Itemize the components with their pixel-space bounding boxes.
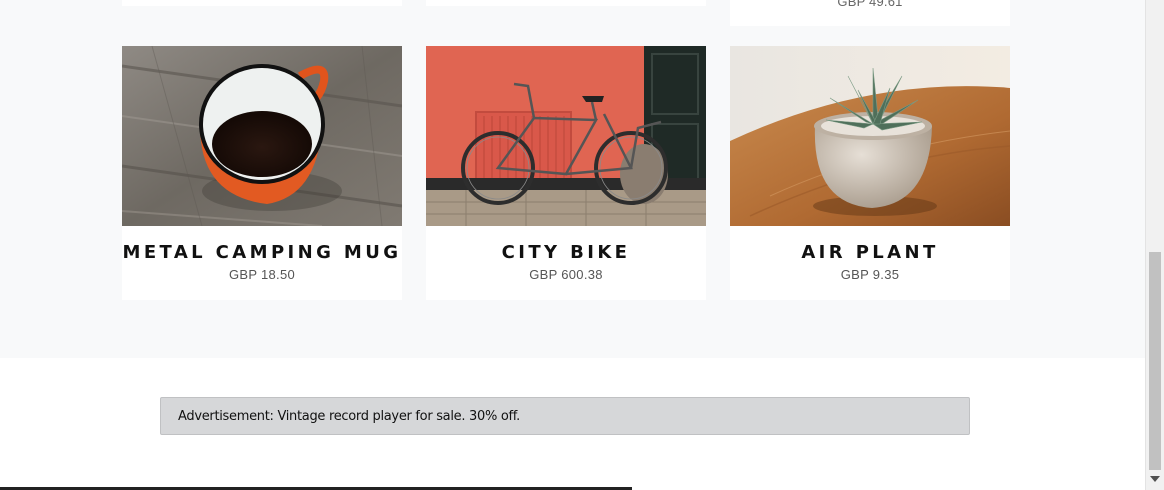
product-price: GBP 9.35 <box>840 267 900 282</box>
product-grid-section: GBP 49.61 METAL CAMPING MUG GBP 18.50 CI… <box>0 0 1145 358</box>
product-price: GBP 49.61 <box>837 0 903 9</box>
product-name[interactable]: AIR PLANT <box>730 242 1010 263</box>
scrollbar-thumb[interactable] <box>1149 252 1161 470</box>
advertisement-text: Advertisement: Vintage record player for… <box>178 409 520 424</box>
product-image[interactable] <box>122 46 402 226</box>
product-card[interactable]: METAL CAMPING MUG GBP 18.50 <box>122 46 402 300</box>
product-card[interactable]: CITY BIKE GBP 600.38 <box>426 46 706 300</box>
product-image[interactable] <box>730 46 1010 226</box>
product-card-partial[interactable]: GBP 49.61 <box>730 0 1010 26</box>
advertisement-banner[interactable]: Advertisement: Vintage record player for… <box>160 397 970 435</box>
air-plant-photo <box>730 46 1010 226</box>
product-price: GBP 600.38 <box>529 267 603 282</box>
camping-mug-photo <box>122 46 402 226</box>
product-image[interactable] <box>426 46 706 226</box>
city-bike-photo <box>426 46 706 226</box>
product-name[interactable]: METAL CAMPING MUG <box>122 242 402 263</box>
vertical-scrollbar[interactable] <box>1145 0 1164 490</box>
product-price: GBP 18.50 <box>228 267 296 282</box>
product-name[interactable]: CITY BIKE <box>426 242 706 263</box>
product-card[interactable]: AIR PLANT GBP 9.35 <box>730 46 1010 300</box>
product-card-partial[interactable] <box>122 0 402 6</box>
product-card-partial[interactable] <box>426 0 706 6</box>
scroll-down-arrow-icon[interactable] <box>1150 476 1160 482</box>
page-viewport: GBP 49.61 METAL CAMPING MUG GBP 18.50 CI… <box>0 0 1145 490</box>
